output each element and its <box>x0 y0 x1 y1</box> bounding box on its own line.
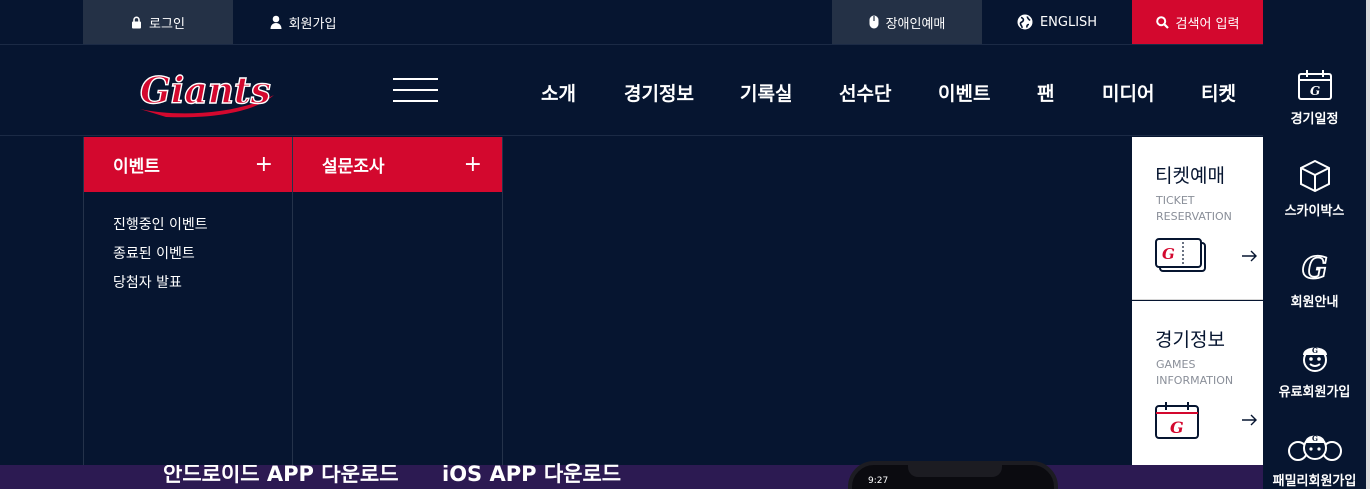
rail-skybox[interactable]: 스카이박스 <box>1263 160 1366 219</box>
nav-tickets[interactable]: 티켓 <box>1201 79 1236 106</box>
megamenu-column-events: 이벤트 + 진행중인 이벤트 종료된 이벤트 당첨자 발표 <box>83 137 293 465</box>
main-header: Giants 소개 경기정보 기록실 선수단 이벤트 팬 미디어 티켓 <box>0 44 1263 136</box>
english-button[interactable]: ENGLISH <box>982 0 1132 44</box>
svg-text:Giants: Giants <box>140 70 271 112</box>
svg-text:G: G <box>1170 418 1184 437</box>
join-button[interactable]: 회원가입 <box>233 0 373 44</box>
join-label: 회원가입 <box>288 16 337 32</box>
arrow-right-icon <box>1242 247 1258 266</box>
quick-menu-rail: G 경기일정 스카이박스 G 회원안내 G 유료회원가입 G 패밀리회원가입 <box>1263 0 1366 489</box>
game-info-card[interactable]: 경기정보 GAMES INFORMATION G <box>1132 301 1263 465</box>
search-label: 검색어 입력 <box>1175 16 1240 32</box>
svg-text:G: G <box>1302 251 1328 283</box>
megamenu-events-header[interactable]: 이벤트 + <box>84 137 293 192</box>
family-icon: G <box>1263 432 1366 462</box>
accessible-booking-label: 장애인예매 <box>885 16 946 32</box>
globe-icon <box>1017 14 1033 30</box>
user-icon <box>270 15 282 29</box>
nav-intro[interactable]: 소개 <box>541 79 576 106</box>
english-label: ENGLISH <box>1039 14 1098 30</box>
giants-logo[interactable]: Giants <box>136 59 278 125</box>
svg-text:G: G <box>1310 84 1320 98</box>
hamburger-menu-button[interactable] <box>393 78 438 104</box>
megamenu-survey-header[interactable]: 설문조사 + <box>293 137 502 192</box>
nav-game-info[interactable]: 경기정보 <box>624 79 694 106</box>
rail-family-membership-label: 패밀리회원가입 <box>1272 474 1357 489</box>
ticket-card-title: 티켓예매 <box>1155 165 1225 187</box>
plus-icon: + <box>463 151 482 177</box>
calendar-icon: G <box>1263 70 1366 100</box>
game-info-card-subtitle: GAMES INFORMATION <box>1156 358 1234 387</box>
phone-mockup: 9:27 <box>848 461 1058 489</box>
nav-events[interactable]: 이벤트 <box>938 79 990 106</box>
megamenu-column-survey: 설문조사 + <box>292 137 503 465</box>
login-button[interactable]: 로그인 <box>83 0 233 44</box>
nav-records[interactable]: 기록실 <box>740 79 792 106</box>
ticket-card-subtitle: TICKET RESERVATION <box>1156 194 1232 223</box>
scrollbar[interactable] <box>1366 0 1370 489</box>
g-logo-icon: G <box>1263 251 1366 283</box>
calendar-icon: G <box>1155 401 1199 443</box>
rail-paid-membership-label: 유료회원가입 <box>1278 385 1351 400</box>
ticket-icon: G <box>1155 237 1207 277</box>
page: 안드로이드 APP 다운로드 iOS APP 다운로드 9:27 로그인 회원가… <box>0 0 1370 489</box>
login-label: 로그인 <box>149 16 185 32</box>
megamenu-events-list: 진행중인 이벤트 종료된 이벤트 당첨자 발표 <box>113 211 208 298</box>
rail-skybox-label: 스카이박스 <box>1284 204 1345 219</box>
megamenu-survey-title: 설문조사 <box>322 157 385 177</box>
mascot-icon: G <box>1263 341 1366 373</box>
rail-game-schedule[interactable]: G 경기일정 <box>1263 70 1366 127</box>
plus-icon: + <box>254 151 273 177</box>
arrow-right-icon <box>1242 411 1258 430</box>
rail-member-guide-label: 회원안내 <box>1290 295 1339 310</box>
game-info-card-title: 경기정보 <box>1155 329 1225 351</box>
svg-text:G: G <box>1312 346 1318 355</box>
mouse-icon <box>869 15 879 29</box>
search-icon <box>1155 15 1169 29</box>
nav-media[interactable]: 미디어 <box>1102 79 1154 106</box>
svg-text:G: G <box>1312 434 1318 443</box>
search-button[interactable]: 검색어 입력 <box>1132 0 1263 44</box>
phone-time: 9:27 <box>868 476 889 486</box>
menu-item-winners[interactable]: 당첨자 발표 <box>113 269 208 298</box>
utility-bar: 로그인 회원가입 장애인예매 ENGLISH 검색어 입력 <box>0 0 1370 44</box>
nav-fans[interactable]: 팬 <box>1037 79 1054 106</box>
megamenu-events-title: 이벤트 <box>113 157 160 177</box>
accessible-booking-button[interactable]: 장애인예매 <box>832 0 982 44</box>
nav-players[interactable]: 선수단 <box>839 79 891 106</box>
menu-item-ongoing-events[interactable]: 진행중인 이벤트 <box>113 211 208 240</box>
rail-member-guide[interactable]: G 회원안내 <box>1263 251 1366 310</box>
box-icon <box>1263 160 1366 192</box>
rail-game-schedule-label: 경기일정 <box>1290 112 1339 127</box>
ticket-reservation-card[interactable]: 티켓예매 TICKET RESERVATION G <box>1132 137 1263 300</box>
rail-family-membership[interactable]: G 패밀리회원가입 <box>1263 432 1366 489</box>
svg-text:G: G <box>1162 245 1175 263</box>
lock-icon <box>131 16 142 29</box>
rail-paid-membership[interactable]: G 유료회원가입 <box>1263 341 1366 400</box>
menu-item-ended-events[interactable]: 종료된 이벤트 <box>113 240 208 269</box>
